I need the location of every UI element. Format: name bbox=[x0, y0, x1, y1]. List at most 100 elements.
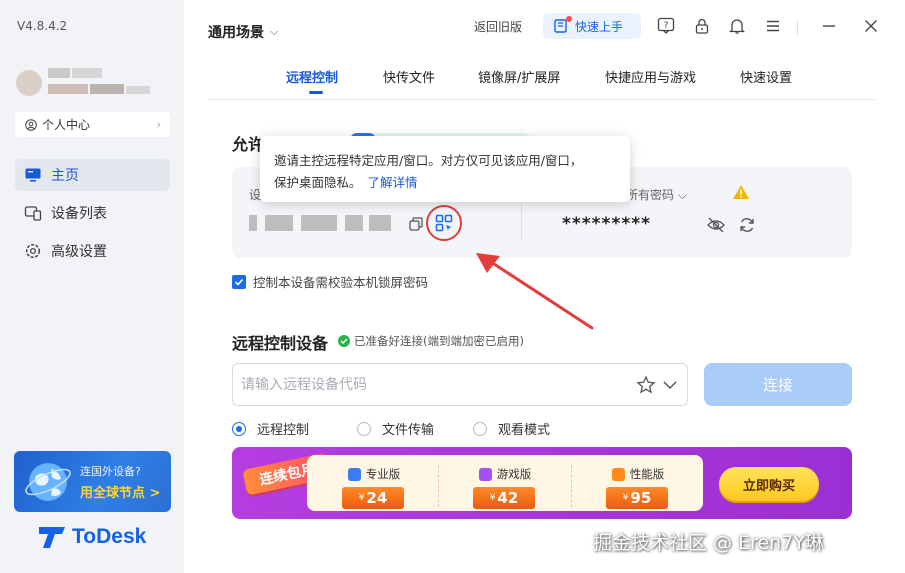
sidebar-item-label: 主页 bbox=[51, 168, 79, 184]
share-app-window-button[interactable] bbox=[426, 205, 462, 241]
sidebar-item-advanced-settings[interactable]: 高级设置 bbox=[15, 235, 170, 267]
plan-performance[interactable]: 性能版 ¥95 bbox=[573, 463, 703, 511]
todesk-logo-icon bbox=[39, 527, 65, 548]
plan-name: 性能版 bbox=[629, 467, 665, 481]
gear-icon bbox=[24, 242, 42, 260]
plan-divider bbox=[438, 465, 439, 507]
tab-quick-apps-games[interactable]: 快捷应用与游戏 bbox=[605, 67, 696, 86]
radio-unselected[interactable] bbox=[473, 421, 488, 436]
monitor-icon bbox=[24, 166, 42, 184]
plan-name: 专业版 bbox=[365, 467, 401, 481]
sidebar-item-label: 设备列表 bbox=[51, 206, 107, 222]
card-divider bbox=[521, 202, 522, 240]
quick-start-label: 快速上手 bbox=[575, 19, 624, 34]
refresh-icon[interactable] bbox=[738, 216, 756, 234]
quick-start-button[interactable]: 快速上手 bbox=[543, 13, 641, 39]
remote-code-field[interactable] bbox=[232, 363, 688, 406]
app-share-tooltip: 邀请主控远程特定应用/窗口。对方仅可见该应用/窗口， 保护桌面隐私。 了解详情 bbox=[260, 136, 630, 202]
subscription-banner[interactable]: 连续包月 专业版 ¥24 游戏版 ¥42 性能版 ¥95 立即购买 bbox=[232, 447, 852, 519]
lock-screen-verify-option[interactable]: 控制本设备需校验本机锁屏密码 bbox=[232, 272, 428, 291]
radio-selected[interactable] bbox=[232, 421, 246, 436]
version-label: V4.8.4.2 bbox=[17, 19, 68, 33]
radio-unselected[interactable] bbox=[357, 421, 372, 436]
chevron-down-icon: ⌵ bbox=[270, 25, 279, 38]
tab-remote-control[interactable]: 远程控制 bbox=[286, 67, 338, 86]
eye-off-icon[interactable] bbox=[706, 216, 726, 234]
learn-more-link[interactable]: 了解详情 bbox=[368, 175, 418, 190]
app-share-icon bbox=[435, 214, 453, 232]
pro-plan-icon bbox=[347, 467, 361, 481]
connect-button[interactable]: 连接 bbox=[704, 363, 852, 406]
checkbox-checked[interactable] bbox=[232, 274, 246, 289]
tooltip-text-line2: 保护桌面隐私。 bbox=[274, 175, 362, 190]
warning-icon[interactable] bbox=[732, 184, 750, 200]
plan-list: 专业版 ¥24 游戏版 ¥42 性能版 ¥95 bbox=[307, 455, 703, 511]
plan-price: ¥42 bbox=[473, 487, 535, 509]
copy-icon[interactable] bbox=[408, 216, 424, 232]
sidebar-item-home[interactable]: 主页 bbox=[15, 159, 170, 191]
connection-mode-group: 远程控制 文件传输 观看模式 bbox=[232, 419, 570, 438]
bell-icon[interactable] bbox=[728, 17, 746, 35]
notification-dot bbox=[566, 16, 572, 22]
mode-watch[interactable]: 观看模式 bbox=[473, 419, 550, 438]
globe-icon bbox=[25, 463, 71, 501]
star-icon[interactable] bbox=[636, 375, 656, 395]
plan-name: 游戏版 bbox=[496, 467, 532, 481]
connection-status: 已准备好连接(端到端加密已启用) bbox=[338, 333, 524, 349]
main-tabs: 远程控制 快传文件 镜像屏/扩展屏 快捷应用与游戏 快速设置 bbox=[208, 67, 876, 100]
menu-icon[interactable] bbox=[764, 17, 782, 35]
performance-plan-icon bbox=[611, 467, 625, 481]
watermark: 掘金技术社区 @ Eren7Y琳 bbox=[593, 532, 824, 554]
promo-line2: 用全球节点 > bbox=[80, 486, 161, 501]
device-list-icon bbox=[24, 204, 42, 222]
tab-quick-settings[interactable]: 快速设置 bbox=[740, 67, 792, 86]
scene-selector[interactable]: 通用场景 ⌵ bbox=[208, 22, 278, 42]
tab-mirror-extend-screen[interactable]: 镜像屏/扩展屏 bbox=[478, 67, 560, 86]
lock-icon[interactable] bbox=[693, 17, 711, 35]
header-divider bbox=[797, 21, 798, 35]
radio-label: 远程控制 bbox=[257, 423, 310, 438]
svg-text:?: ? bbox=[664, 21, 669, 31]
remote-code-input[interactable] bbox=[241, 374, 621, 396]
profile-center-button[interactable]: 个人中心 › bbox=[15, 112, 170, 137]
tab-file-transfer[interactable]: 快传文件 bbox=[383, 67, 435, 86]
promo-line1: 连国外设备? bbox=[80, 465, 141, 478]
book-icon bbox=[553, 16, 572, 34]
minimize-icon[interactable] bbox=[820, 17, 838, 35]
mode-file-transfer[interactable]: 文件传输 bbox=[357, 419, 434, 438]
global-node-promo-banner[interactable]: 连国外设备? 用全球节点 > bbox=[14, 451, 171, 512]
radio-label: 文件传输 bbox=[382, 423, 435, 438]
connection-status-text: 已准备好连接(端到端加密已启用) bbox=[354, 334, 524, 348]
lock-screen-verify-label: 控制本设备需校验本机锁屏密码 bbox=[253, 275, 429, 290]
check-shield-icon bbox=[338, 335, 350, 347]
profile-center-label: 个人中心 bbox=[42, 118, 91, 132]
mode-remote-control[interactable]: 远程控制 bbox=[232, 419, 309, 438]
sidebar-item-label: 高级设置 bbox=[51, 244, 107, 260]
device-code-value bbox=[249, 212, 391, 234]
remote-control-title: 远程控制设备 bbox=[232, 334, 329, 353]
close-icon[interactable] bbox=[862, 17, 880, 35]
sidebar: V4.8.4.2 个人中心 › 主页 设备列表 高级设置 连国外设备? 用全球节… bbox=[0, 0, 184, 573]
plan-price: ¥24 bbox=[342, 487, 404, 509]
scene-label: 通用场景 bbox=[208, 25, 264, 41]
game-plan-icon bbox=[478, 467, 492, 481]
radio-label: 观看模式 bbox=[498, 423, 551, 438]
buy-now-button[interactable]: 立即购买 bbox=[719, 467, 819, 501]
tooltip-text-line1: 邀请主控远程特定应用/窗口。对方仅可见该应用/窗口， bbox=[274, 153, 583, 168]
plan-divider bbox=[571, 465, 572, 507]
back-to-old-version-link[interactable]: 返回旧版 bbox=[474, 18, 522, 35]
help-icon[interactable]: ? bbox=[657, 17, 675, 35]
brand-name: ToDesk bbox=[72, 525, 147, 548]
avatar[interactable] bbox=[14, 64, 154, 102]
active-tab-indicator bbox=[309, 91, 323, 94]
brand-logo: ToDesk bbox=[38, 524, 146, 550]
annotation-arrow bbox=[476, 253, 594, 330]
plan-game[interactable]: 游戏版 ¥42 bbox=[440, 463, 570, 511]
chevron-down-icon[interactable] bbox=[661, 377, 679, 393]
user-icon bbox=[25, 118, 37, 131]
sidebar-item-device-list[interactable]: 设备列表 bbox=[15, 197, 170, 229]
plan-price: ¥95 bbox=[606, 487, 668, 509]
plan-pro[interactable]: 专业版 ¥24 bbox=[309, 463, 439, 511]
password-type-dropdown[interactable]: 所有密码 ⌵ bbox=[626, 186, 687, 203]
chevron-right-icon: › bbox=[156, 118, 161, 131]
